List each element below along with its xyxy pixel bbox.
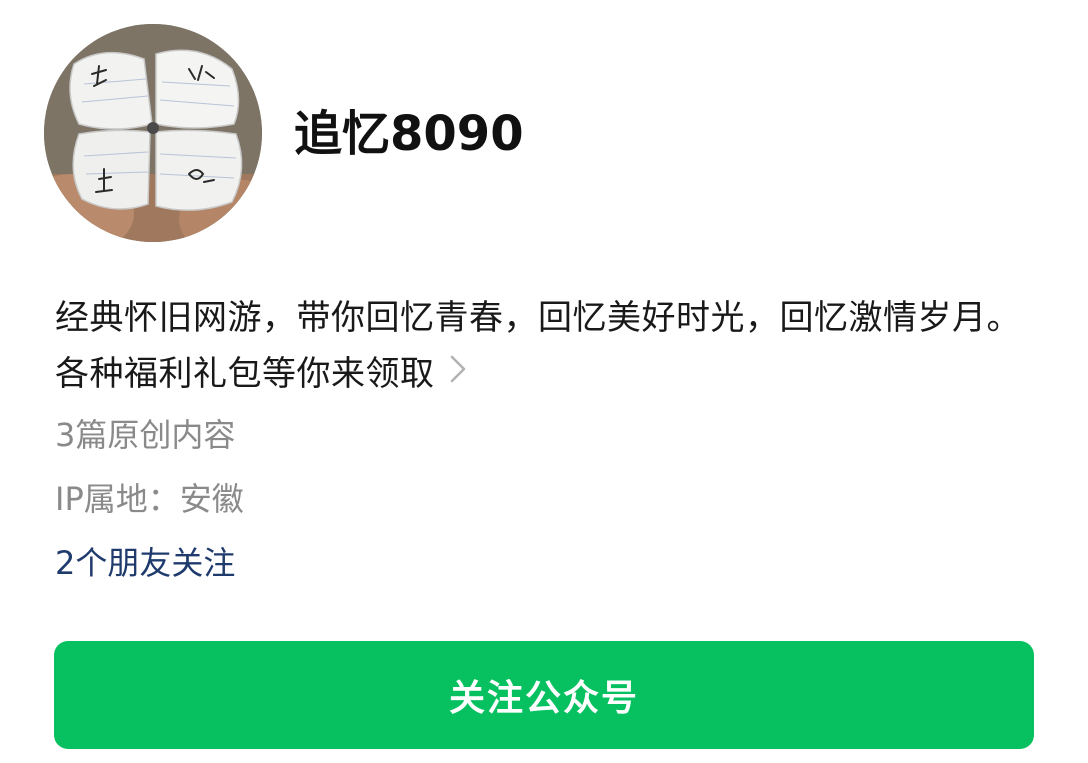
friends-following-link[interactable]: 2个朋友关注: [55, 541, 235, 585]
account-profile-card: 追忆8090 经典怀旧网游，带你回忆青春，回忆美好时光，回忆激情岁月。各种福利礼…: [0, 0, 1088, 763]
original-content-count[interactable]: 3篇原创内容: [55, 413, 235, 457]
account-description[interactable]: 经典怀旧网游，带你回忆青春，回忆美好时光，回忆激情岁月。各种福利礼包等你来领取: [55, 290, 1045, 404]
chevron-right-icon[interactable]: [449, 345, 467, 401]
ip-location: IP属地：安徽: [55, 480, 244, 518]
account-name: 追忆8090: [294, 106, 524, 162]
follow-account-button[interactable]: 关注公众号: [54, 641, 1034, 749]
paper-fortune-teller-image: [44, 24, 262, 242]
description-text: 经典怀旧网游，带你回忆青春，回忆美好时光，回忆激情岁月。各种福利礼包等你来领取: [55, 298, 1021, 394]
avatar[interactable]: [44, 24, 262, 242]
